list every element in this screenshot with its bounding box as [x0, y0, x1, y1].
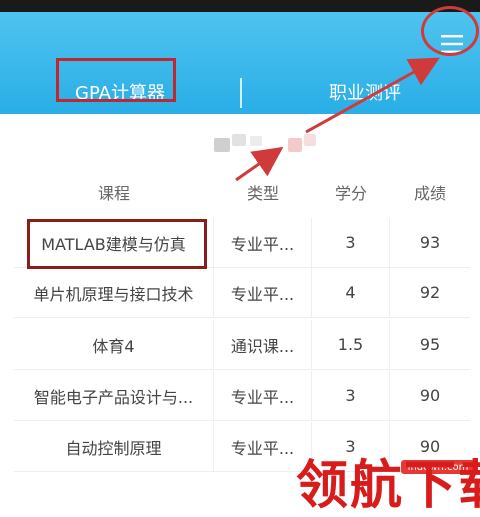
course-cell: MATLAB建模与仿真 — [14, 218, 214, 268]
credit-cell: 4 — [312, 268, 390, 318]
type-cell: 专业平... — [214, 268, 312, 318]
table-header: 课程 类型 学分 成绩 — [14, 172, 470, 212]
header-grade: 成绩 — [413, 184, 446, 203]
tab-career-label: 职业测评 — [329, 83, 401, 104]
tab-career-assessment[interactable]: 职业测评 — [300, 72, 430, 112]
tab-gpa-calculator[interactable]: GPA计算器 — [60, 72, 180, 112]
course-name: 单片机原理与接口技术 — [33, 284, 194, 304]
table-row[interactable]: MATLAB建模与仿真 专业平... 3 93 — [14, 218, 470, 268]
grade-cell: 90 — [390, 371, 470, 421]
header-credit: 学分 — [334, 184, 367, 203]
grade-cell: 93 — [390, 218, 470, 268]
course-cell: 自动控制原理 — [14, 422, 214, 472]
course-name: 体育4 — [92, 336, 135, 356]
tab-divider — [240, 78, 242, 108]
header-course: 课程 — [97, 184, 130, 203]
course-name: 自动控制原理 — [65, 438, 162, 458]
type-cell: 专业平... — [214, 218, 312, 268]
blurred-subtitle — [210, 128, 330, 158]
grade-cell: 95 — [390, 320, 470, 370]
type-cell: 专业平... — [214, 371, 312, 421]
course-cell: 体育4 — [14, 320, 214, 370]
tab-gpa-label: GPA计算器 — [75, 83, 165, 104]
type-cell: 通识课... — [214, 320, 312, 370]
course-name: 智能电子产品设计与... — [33, 387, 194, 407]
grade-cell: 92 — [390, 268, 470, 318]
status-bar — [0, 0, 480, 12]
app-header: GPA计算器 职业测评 — [0, 12, 480, 114]
course-cell: 单片机原理与接口技术 — [14, 268, 214, 318]
hamburger-menu-icon — [441, 34, 463, 54]
credit-cell: 1.5 — [312, 320, 390, 370]
header-type: 类型 — [246, 184, 279, 203]
table-row[interactable]: 智能电子产品设计与... 专业平... 3 90 — [14, 371, 470, 421]
menu-button[interactable] — [430, 22, 474, 66]
credit-cell: 3 — [312, 218, 390, 268]
credit-cell: 3 — [312, 371, 390, 421]
watermark-logo: 领航下载 — [296, 456, 480, 516]
course-name: MATLAB建模与仿真 — [41, 234, 186, 254]
table-row[interactable]: 体育4 通识课... 1.5 95 — [14, 320, 470, 370]
course-cell: 智能电子产品设计与... — [14, 371, 214, 421]
table-row[interactable]: 单片机原理与接口技术 专业平... 4 92 — [14, 268, 470, 318]
